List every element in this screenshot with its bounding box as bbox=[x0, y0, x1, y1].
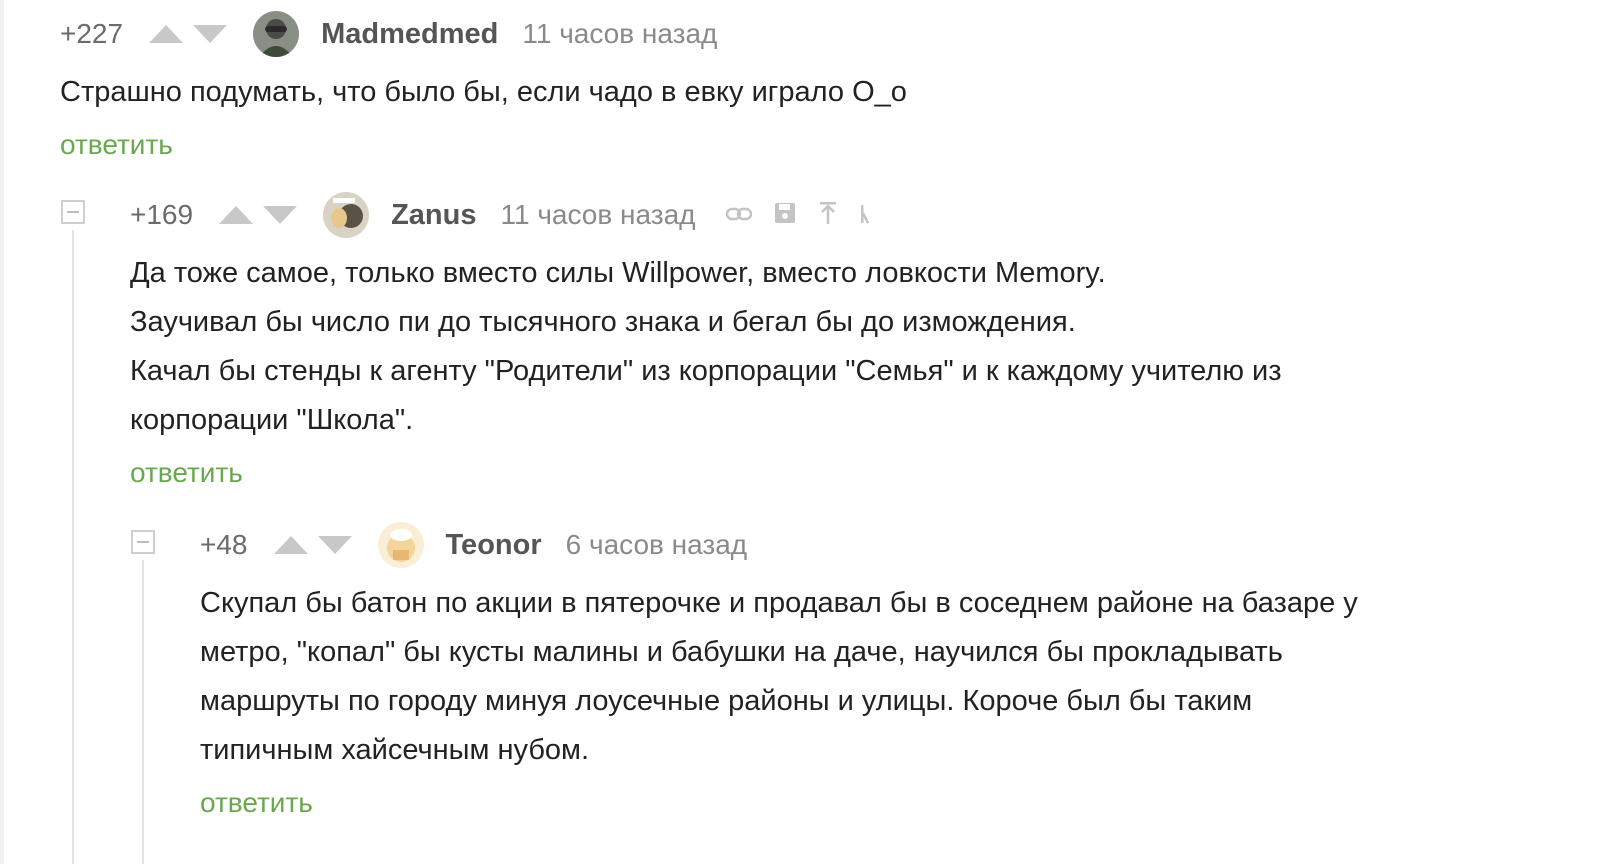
comment-rating: +227 bbox=[60, 18, 124, 49]
page-left-edge bbox=[0, 0, 4, 864]
comment-line: Качал бы стенды к агенту "Родители" из к… bbox=[130, 355, 1282, 387]
reply-link[interactable]: ответить bbox=[60, 129, 173, 161]
comment-header: +227 Madmedmed 11 часов назад bbox=[60, 10, 1540, 58]
vote-controls bbox=[149, 25, 228, 43]
author-name[interactable]: Teonor bbox=[446, 529, 542, 562]
comment-zanus: +169 Zanus 11 часов назад Да тоже самое,… bbox=[130, 191, 1540, 489]
comment-line: Заучивал бы число пи до тысячного знака … bbox=[130, 306, 1076, 338]
collapse-thread-button[interactable] bbox=[61, 200, 85, 224]
vote-down-icon[interactable] bbox=[263, 206, 298, 224]
vote-up-icon[interactable] bbox=[273, 536, 308, 554]
comment-time: 11 часов назад bbox=[500, 199, 696, 230]
comment-line: Скупал бы батон по акции в пятерочке и п… bbox=[200, 587, 1358, 619]
comment-line: Да тоже самое, только вместо силы Willpo… bbox=[130, 257, 1106, 289]
vote-controls bbox=[219, 206, 298, 224]
vote-up-icon[interactable] bbox=[149, 25, 184, 43]
comment-rating: +48 bbox=[200, 529, 248, 560]
comment-madmedmed: +227 Madmedmed 11 часов назад Страшно по… bbox=[60, 10, 1540, 161]
comment-time: 6 часов назад bbox=[565, 529, 748, 560]
comment-line: корпорации "Школа". bbox=[130, 404, 414, 436]
comment-tools bbox=[725, 201, 870, 230]
comment-time: 11 часов назад bbox=[522, 18, 718, 49]
author-name[interactable]: Madmedmed bbox=[321, 18, 498, 51]
reply-link[interactable]: ответить bbox=[130, 457, 243, 489]
reply-link[interactable]: ответить bbox=[200, 787, 313, 819]
comment-header: +48 Teonor 6 часов назад bbox=[200, 521, 1540, 569]
vote-controls bbox=[273, 536, 352, 554]
vote-up-icon[interactable] bbox=[219, 206, 254, 224]
comment-text: Да тоже самое, только вместо силы Willpo… bbox=[130, 249, 1540, 445]
comment-line: Страшно подумать, что было бы, если чадо… bbox=[60, 76, 907, 108]
link-icon[interactable] bbox=[725, 203, 752, 227]
avatar[interactable] bbox=[377, 522, 424, 568]
comment-rating: +169 bbox=[130, 199, 194, 230]
comment-text: Скупал бы батон по акции в пятерочке и п… bbox=[200, 579, 1540, 775]
thread-branch-line bbox=[142, 560, 144, 864]
save-icon[interactable] bbox=[774, 202, 796, 229]
comment-line: маршруты по городу минуя лоусечные район… bbox=[200, 685, 1253, 717]
thread-branch-line bbox=[72, 230, 74, 864]
avatar[interactable] bbox=[323, 192, 370, 238]
comment-text: Страшно подумать, что было бы, если чадо… bbox=[60, 68, 1540, 117]
comment-line: метро, "копал" бы кусты малины и бабушки… bbox=[200, 636, 1283, 668]
arrow-up-icon[interactable] bbox=[818, 201, 838, 230]
avatar[interactable] bbox=[253, 11, 300, 57]
author-name[interactable]: Zanus bbox=[391, 199, 476, 232]
more-icon[interactable] bbox=[860, 201, 870, 230]
vote-down-icon[interactable] bbox=[317, 536, 352, 554]
comment-header: +169 Zanus 11 часов назад bbox=[130, 191, 1540, 239]
collapse-thread-button[interactable] bbox=[131, 530, 155, 554]
vote-down-icon[interactable] bbox=[193, 25, 228, 43]
comment-line: типичным хайсечным нубом. bbox=[200, 734, 590, 766]
comment-teonor: +48 Teonor 6 часов назад Скупал бы батон… bbox=[200, 521, 1540, 819]
